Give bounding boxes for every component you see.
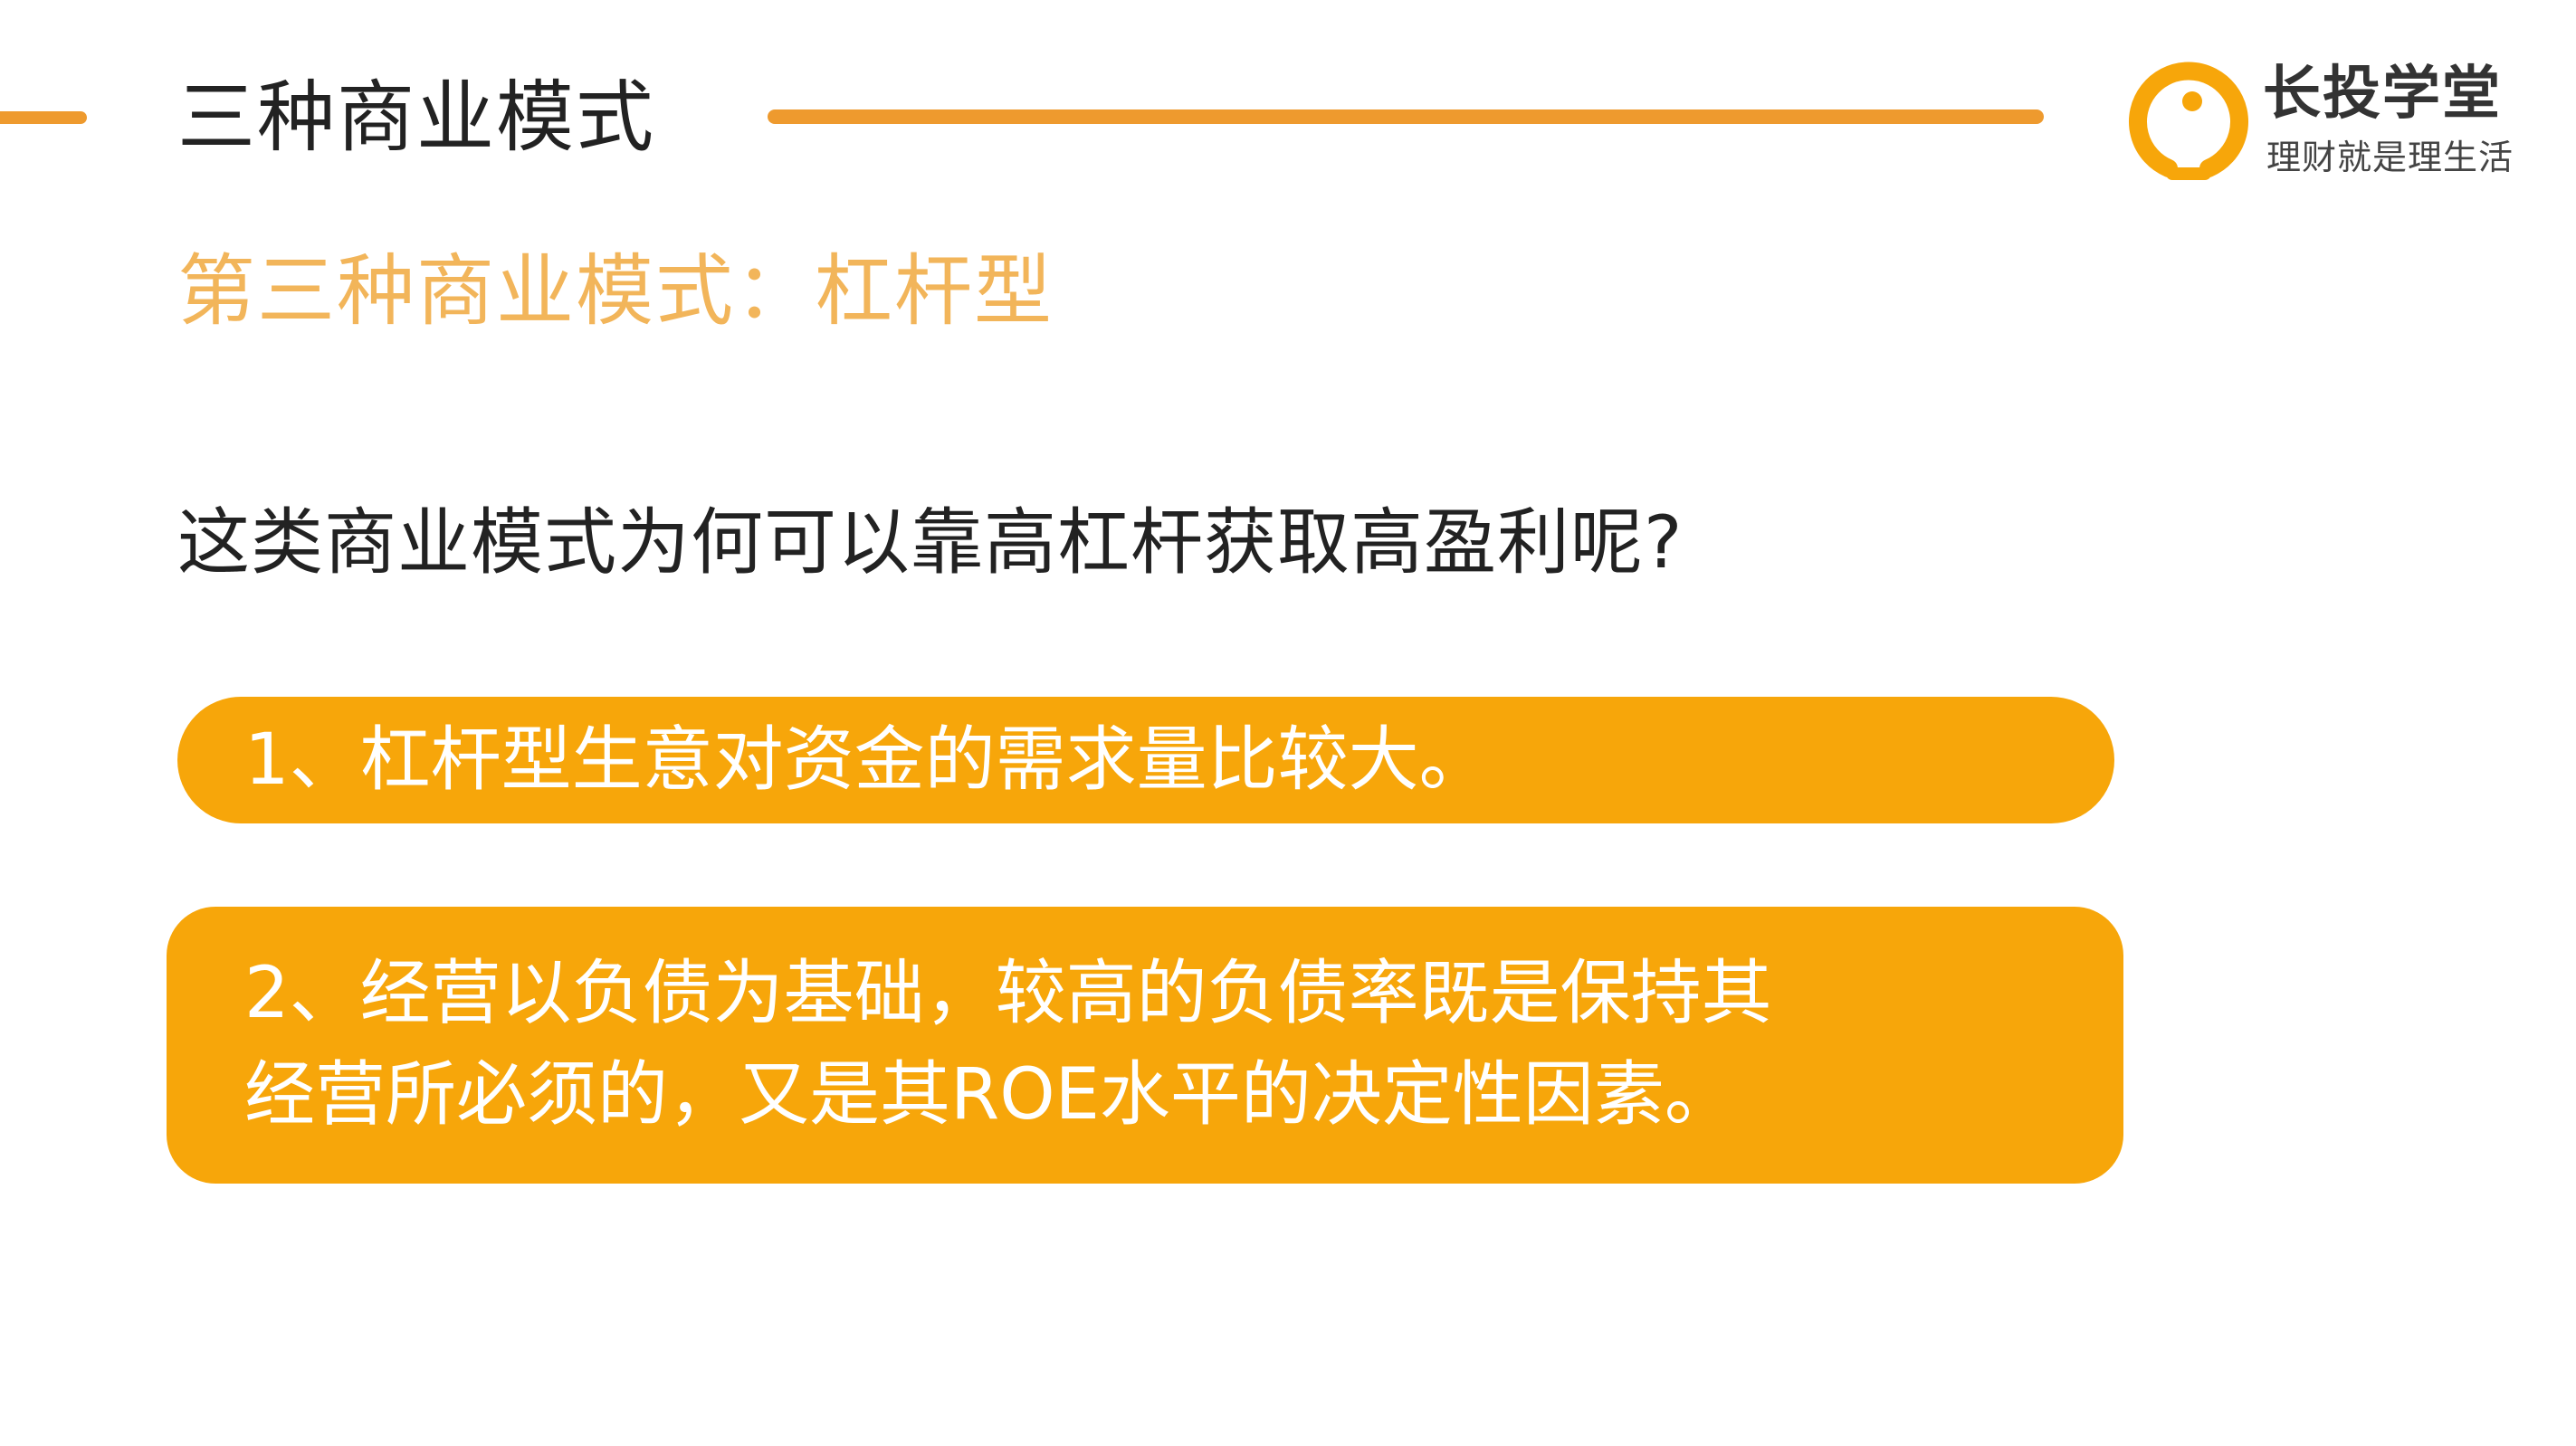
point-1-box: 1、杠杆型生意对资金的需求量比较大。 [177,697,2114,823]
key-question: 这类商业模式为何可以靠高杠杆获取高盈利呢? [177,500,1684,585]
page-title: 三种商业模式 [177,72,655,163]
brand-logo: 长投学堂 理财就是理生活 [2125,49,2560,194]
header-accent-line-left [0,111,87,124]
brand-slogan: 理财就是理生活 [2266,138,2514,177]
point-2-box: 2、经营以负债为基础，较高的负债率既是保持其 经营所必须的，又是其ROE水平的决… [167,907,2123,1184]
point-1-text: 1、杠杆型生意对资金的需求量比较大。 [244,719,1490,801]
point-2-text-line-1: 2、经营以负债为基础，较高的负债率既是保持其 [244,953,1772,1034]
point-2-text-line-2: 经营所必须的，又是其ROE水平的决定性因素。 [244,1054,1735,1136]
section-subtitle: 第三种商业模式：杠杆型 [177,246,1054,337]
brand-name: 长投学堂 [2263,61,2502,128]
header-accent-line-right [768,109,2044,124]
lightbulb-icon [2125,49,2252,185]
